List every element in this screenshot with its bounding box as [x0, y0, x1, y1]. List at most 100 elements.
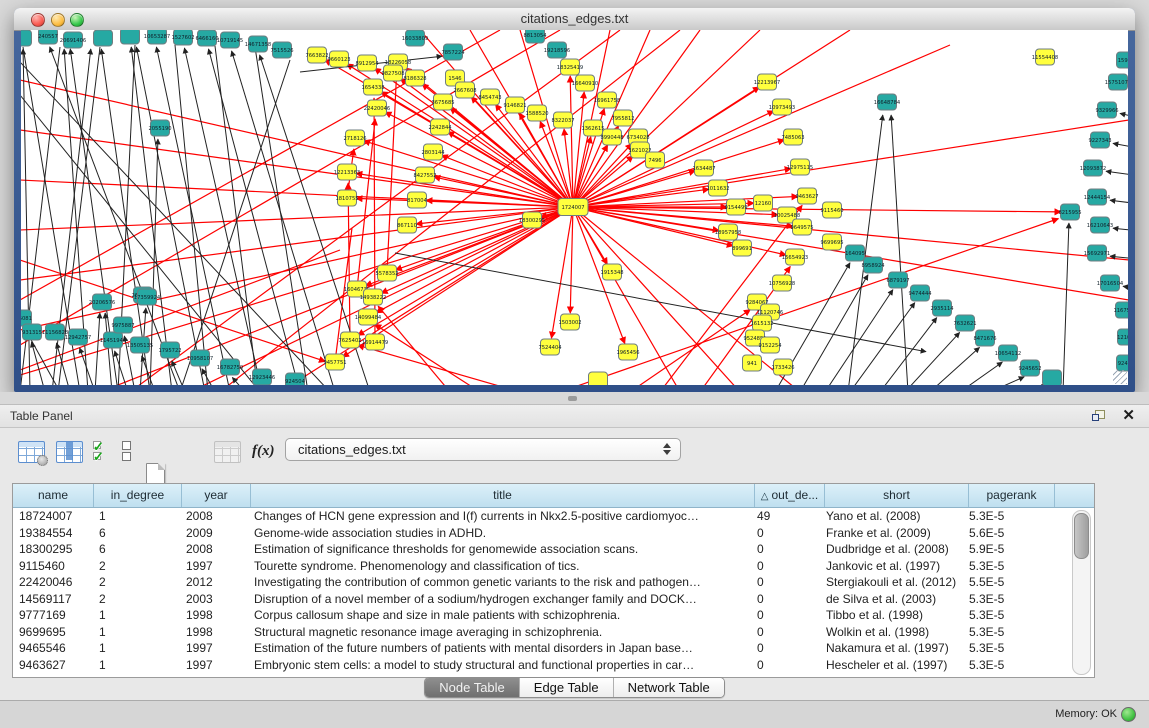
table-cell[interactable]: 19384554	[13, 525, 93, 542]
table-cell[interactable]: 9463627	[13, 657, 93, 674]
table-cell[interactable]: 49	[751, 508, 820, 525]
table-cell[interactable]: 5.6E-5	[963, 525, 1048, 542]
table-vertical-scrollbar[interactable]	[1072, 510, 1091, 675]
network-canvas-area[interactable]: 2405572069140610653287152760264661601071…	[21, 30, 1128, 385]
table-cell[interactable]: 0	[751, 607, 820, 624]
graph-node[interactable]	[1043, 370, 1062, 385]
table-cell[interactable]: 2008	[180, 508, 248, 525]
table-cell[interactable]: Disruption of a novel member of a sodium…	[248, 591, 751, 608]
table-cell[interactable]: 0	[751, 591, 820, 608]
tab-network-table[interactable]: Network Table	[614, 678, 724, 697]
table-cell[interactable]: 9115460	[13, 558, 93, 575]
table-cell[interactable]: 5.3E-5	[963, 607, 1048, 624]
column-header-year[interactable]: year	[182, 484, 251, 507]
table-cell[interactable]: 6	[93, 541, 180, 558]
table-cell[interactable]: 0	[751, 541, 820, 558]
table-cell[interactable]: Stergiakouli et al. (2012)	[820, 574, 963, 591]
table-settings-icon[interactable]	[18, 441, 45, 463]
table-cell[interactable]: 18724007	[13, 508, 93, 525]
table-cell[interactable]: 1997	[180, 558, 248, 575]
splitter-handle-icon[interactable]	[568, 396, 577, 401]
graph-node[interactable]	[94, 30, 113, 46]
table-cell[interactable]: 1	[93, 508, 180, 525]
table-cell[interactable]: 6	[93, 525, 180, 542]
panel-splitter[interactable]	[0, 392, 1149, 404]
scrollbar-thumb[interactable]	[1074, 513, 1089, 559]
table-cell[interactable]: 18300295	[13, 541, 93, 558]
table-cell[interactable]: Embryonic stem cells: a model to study s…	[248, 657, 751, 674]
table-cell[interactable]: Jankovic et al. (1997)	[820, 558, 963, 575]
table-row[interactable]: 969969511998Structural magnetic resonanc…	[13, 624, 1094, 641]
table-cell[interactable]: 0	[751, 574, 820, 591]
table-cell[interactable]: 5.3E-5	[963, 508, 1048, 525]
column-header-name[interactable]: name	[13, 484, 94, 507]
column-header-out-de-[interactable]: △out_de...	[755, 484, 825, 507]
column-header-in-degree[interactable]: in_degree	[94, 484, 182, 507]
column-header-title[interactable]: title	[251, 484, 755, 507]
column-header-short[interactable]: short	[825, 484, 969, 507]
table-cell[interactable]: 2003	[180, 591, 248, 608]
table-cell[interactable]: Genome-wide association studies in ADHD.	[248, 525, 751, 542]
table-cell[interactable]: 22420046	[13, 574, 93, 591]
table-cell[interactable]: 2	[93, 591, 180, 608]
table-row[interactable]: 1938455462009Genome-wide association stu…	[13, 525, 1094, 542]
table-cell[interactable]: 5.3E-5	[963, 657, 1048, 674]
window-titlebar[interactable]: citations_edges.txt	[14, 8, 1135, 31]
float-panel-icon[interactable]	[1092, 410, 1105, 422]
table-cell[interactable]: 1997	[180, 640, 248, 657]
table-cell[interactable]: 5.3E-5	[963, 624, 1048, 641]
table-row[interactable]: 1830029562008Estimation of significance …	[13, 541, 1094, 558]
table-cell[interactable]: 9699695	[13, 624, 93, 641]
table-cell[interactable]: Estimation of the future numbers of pati…	[248, 640, 751, 657]
graph-node[interactable]	[589, 372, 608, 385]
table-cell[interactable]: Corpus callosum shape and size in male p…	[248, 607, 751, 624]
table-cell[interactable]: 2	[93, 574, 180, 591]
table-cell[interactable]: Yano et al. (2008)	[820, 508, 963, 525]
close-panel-icon[interactable]: ✕	[1122, 407, 1135, 425]
row-height-icon[interactable]	[122, 441, 131, 461]
table-cell[interactable]: 0	[751, 640, 820, 657]
window-resize-grip[interactable]	[1113, 370, 1127, 384]
table-row[interactable]: 946362711997Embryonic stem cells: a mode…	[13, 657, 1094, 674]
table-cell[interactable]: Wolkin et al. (1998)	[820, 624, 963, 641]
table-cell[interactable]: 2	[93, 558, 180, 575]
table-cell[interactable]: Dudbridge et al. (2008)	[820, 541, 963, 558]
graph-node[interactable]	[121, 30, 140, 44]
table-cell[interactable]: Hescheler et al. (1997)	[820, 657, 963, 674]
table-cell[interactable]: Franke et al. (2009)	[820, 525, 963, 542]
table-cell[interactable]: de Silva et al. (2003)	[820, 591, 963, 608]
table-cell[interactable]: 2012	[180, 574, 248, 591]
table-cell[interactable]: 14569117	[13, 591, 93, 608]
table-cell[interactable]: 1	[93, 607, 180, 624]
table-cell[interactable]: 5.3E-5	[963, 591, 1048, 608]
tab-edge-table[interactable]: Edge Table	[520, 678, 614, 697]
table-cell[interactable]: 1998	[180, 624, 248, 641]
table-row[interactable]: 946554611997Estimation of the future num…	[13, 640, 1094, 657]
table-cell[interactable]: 5.9E-5	[963, 541, 1048, 558]
table-cell[interactable]: 1997	[180, 657, 248, 674]
table-cell[interactable]: 2008	[180, 541, 248, 558]
table-cell[interactable]: 5.3E-5	[963, 640, 1048, 657]
table-cell[interactable]: 0	[751, 624, 820, 641]
table-cell[interactable]: 5.3E-5	[963, 558, 1048, 575]
table-row[interactable]: 1456911722003Disruption of a novel membe…	[13, 591, 1094, 608]
table-row[interactable]: 2242004622012Investigating the contribut…	[13, 574, 1094, 591]
graph-node[interactable]	[21, 30, 32, 46]
table-cell[interactable]: 1998	[180, 607, 248, 624]
table-cell[interactable]: Tibbo et al. (1998)	[820, 607, 963, 624]
table-cell[interactable]: Estimation of significance thresholds fo…	[248, 541, 751, 558]
table-cell[interactable]: Tourette syndrome. Phenomenology and cla…	[248, 558, 751, 575]
table-cell[interactable]: 1	[93, 640, 180, 657]
table-cell[interactable]: 0	[751, 657, 820, 674]
table-row[interactable]: 1872400712008Changes of HCN gene express…	[13, 508, 1094, 525]
table-cell[interactable]: Investigating the contribution of common…	[248, 574, 751, 591]
table-cell[interactable]: Nakamura et al. (1997)	[820, 640, 963, 657]
table-row[interactable]: 911546021997Tourette syndrome. Phenomeno…	[13, 558, 1094, 575]
show-columns-icon[interactable]	[56, 441, 83, 463]
table-cell[interactable]: Structural magnetic resonance image aver…	[248, 624, 751, 641]
select-columns-icon[interactable]: ✓✓	[93, 441, 113, 463]
table-cell[interactable]: 1	[93, 624, 180, 641]
table-cell[interactable]: 1	[93, 657, 180, 674]
column-header-pagerank[interactable]: pagerank	[969, 484, 1055, 507]
table-source-select[interactable]: citations_edges.txt	[285, 438, 681, 461]
